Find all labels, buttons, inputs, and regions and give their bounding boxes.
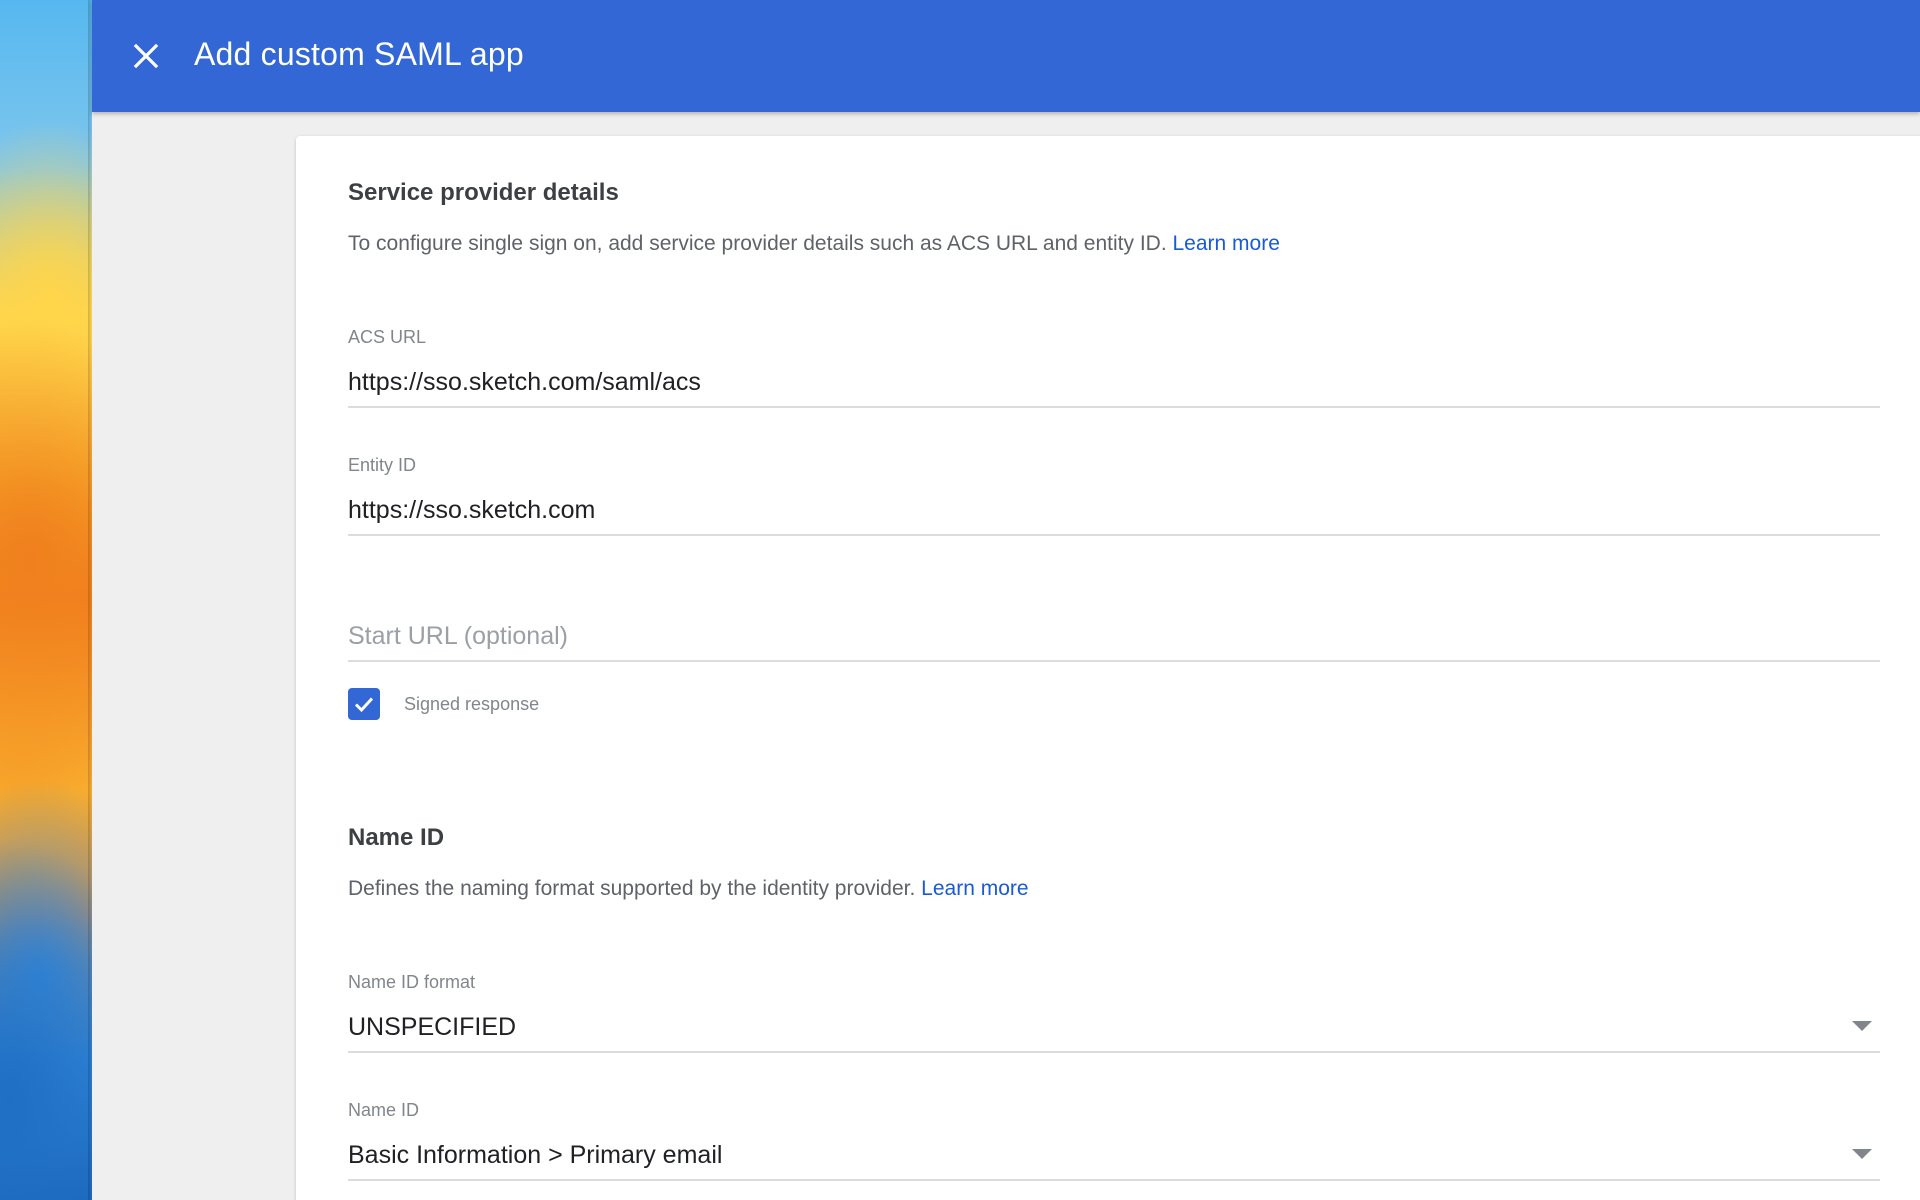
entity-id-label: Entity ID [348, 455, 417, 475]
start-url-field[interactable]: Start URL (optional) [348, 620, 1880, 662]
signed-response-label: Signed response [404, 694, 540, 714]
chevron-down-icon[interactable] [1852, 1149, 1872, 1159]
name-id-learn-more-link[interactable]: Learn more [921, 877, 1028, 900]
close-button[interactable] [124, 34, 168, 78]
name-id-format-value[interactable]: UNSPECIFIED [348, 1011, 1880, 1051]
service-provider-heading: Service provider details [348, 179, 619, 206]
name-id-label: Name ID [348, 1100, 420, 1120]
entity-id-input[interactable]: https://sso.sketch.com [348, 494, 1880, 534]
acs-url-field[interactable]: ACS URL https://sso.sketch.com/saml/acs [348, 326, 1880, 408]
service-provider-description-text: To configure single sign on, add service… [348, 232, 1167, 255]
service-provider-learn-more-link[interactable]: Learn more [1173, 232, 1280, 255]
app-header: Add custom SAML app [92, 0, 1920, 112]
checkmark-icon [354, 697, 374, 713]
signed-response-row: Signed response [348, 688, 539, 720]
saml-app-window: Add custom SAML app Service provider det… [92, 0, 1920, 1200]
chevron-down-icon[interactable] [1852, 1021, 1872, 1031]
start-url-input[interactable]: Start URL (optional) [348, 620, 1880, 660]
entity-id-field[interactable]: Entity ID https://sso.sketch.com [348, 454, 1880, 536]
close-icon [133, 43, 159, 69]
service-provider-description: To configure single sign on, add service… [348, 230, 1280, 258]
signed-response-checkbox[interactable] [348, 688, 380, 720]
name-id-format-select[interactable]: Name ID format UNSPECIFIED [348, 971, 1880, 1053]
name-id-select[interactable]: Name ID Basic Information > Primary emai… [348, 1099, 1880, 1181]
acs-url-label: ACS URL [348, 327, 427, 347]
page-title: Add custom SAML app [194, 36, 524, 72]
acs-url-input[interactable]: https://sso.sketch.com/saml/acs [348, 366, 1880, 406]
name-id-value[interactable]: Basic Information > Primary email [348, 1139, 1880, 1179]
name-id-description-text: Defines the naming format supported by t… [348, 877, 916, 900]
desktop-wallpaper [0, 0, 92, 1200]
name-id-heading: Name ID [348, 824, 445, 851]
name-id-format-label: Name ID format [348, 972, 476, 992]
settings-card: Service provider details To configure si… [296, 136, 1920, 1200]
name-id-description: Defines the naming format supported by t… [348, 875, 1029, 903]
